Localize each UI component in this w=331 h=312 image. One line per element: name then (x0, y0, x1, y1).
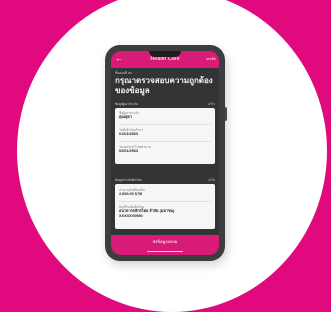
field-value: คุณสุดา (119, 115, 132, 119)
info-row: จำนวนเงินที่ขอเบิก 2,000.00 บาท (119, 188, 211, 197)
info-row: บัญชีรับเงินสินไหม ธนาคารกสิกรไทย จำกัด … (119, 205, 211, 219)
edit-link[interactable]: แก้ไข (208, 102, 215, 107)
field-value: 01/01/2563 (119, 132, 139, 136)
info-row: ชื่อผู้เอาประกัน คุณสุดา (119, 111, 211, 120)
section-header-insured: ข้อมูลผู้เอาประกัน แก้ไข (115, 102, 215, 107)
step-indicator: ขั้นตอนที่ 3/3 (115, 71, 132, 75)
divider (119, 201, 211, 202)
claim-info-card: จำนวนเงินที่ขอเบิก 2,000.00 บาท บัญชีรับ… (115, 184, 215, 229)
divider (119, 141, 211, 142)
field-value: 2,000.00 บาท (119, 192, 142, 196)
phone-notch (149, 51, 181, 57)
field-value: 02/01/2563 (119, 149, 139, 153)
submit-claim-label: ส่งข้อมูลเคลม (152, 239, 178, 244)
cancel-link[interactable]: ยกเลิก (206, 56, 216, 62)
divider (119, 124, 211, 125)
info-row: วันออกจากโรงพยาบาล 02/01/2563 (119, 145, 211, 154)
section-header-claim: ข้อมูลการเบิกสินไหม แก้ไข (115, 178, 215, 183)
info-row: วันที่เข้ารับบริการ 01/01/2563 (119, 128, 211, 137)
home-indicator (147, 250, 183, 252)
section-title: ข้อมูลผู้เอาประกัน (115, 102, 138, 106)
page-title: กรุณาตรวจสอบความถูกต้องของข้อมูล (115, 76, 213, 95)
section-title: ข้อมูลการเบิกสินไหม (115, 178, 142, 182)
submit-claim-button[interactable]: ส่งข้อมูลเคลม (111, 235, 219, 255)
edit-link[interactable]: แก้ไข (208, 178, 215, 183)
phone-screen: ← Health Care ยกเลิก ขั้นตอนที่ 3/3 กรุณ… (111, 51, 219, 255)
phone-device: ← Health Care ยกเลิก ขั้นตอนที่ 3/3 กรุณ… (105, 45, 227, 261)
insured-info-card: ชื่อผู้เอาประกัน คุณสุดา วันที่เข้ารับบร… (115, 108, 215, 164)
field-value: ธนาคารกสิกรไทย จำกัด (มหาชน) XXXXXX0980 (119, 209, 175, 218)
